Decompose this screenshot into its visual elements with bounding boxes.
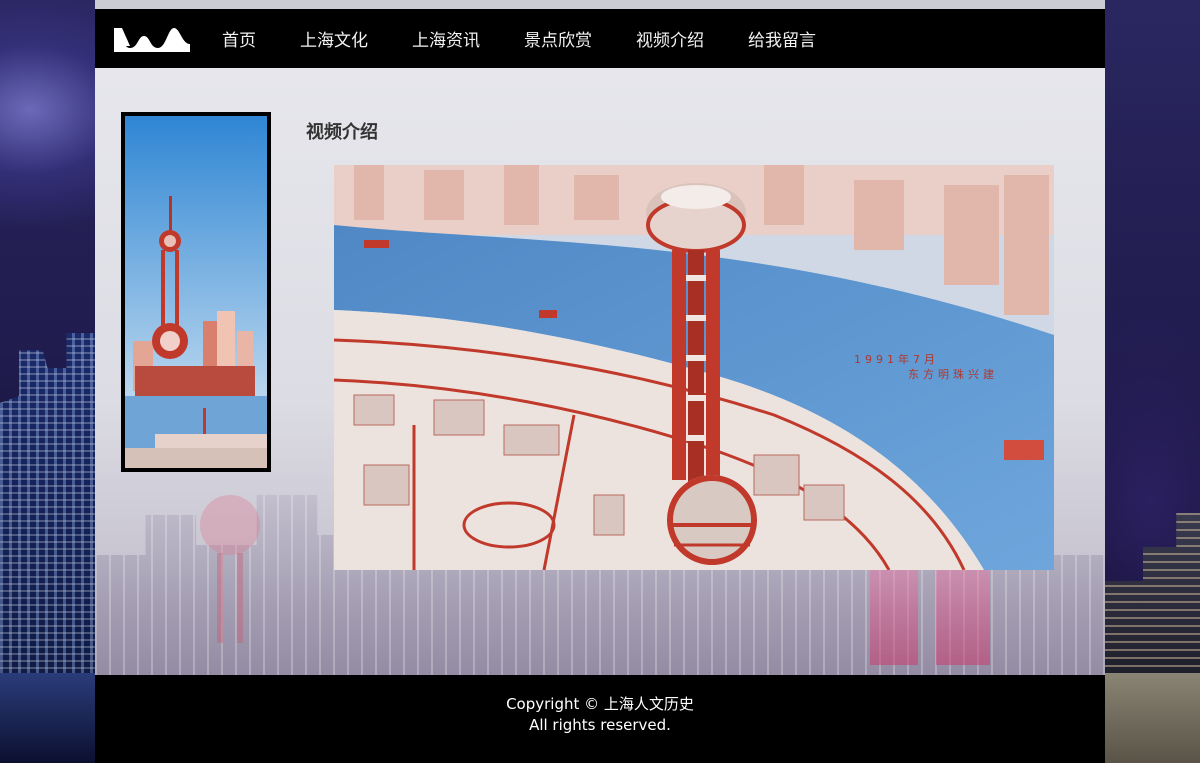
wave-logo-icon[interactable] [112,24,192,54]
background-skyscraper-left [0,333,95,683]
section-title: 视频介绍 [306,122,378,143]
content-background-tower [200,495,260,643]
page-container: 首页 上海文化 上海资讯 景点欣赏 视频介绍 给我留言 视频介绍 1991年7月… [95,0,1105,763]
top-strip [95,0,1105,9]
nav-video-intro[interactable]: 视频介绍 [636,26,704,51]
page-footer: Copyright © 上海人文历史 All rights reserved. [95,675,1105,763]
background-buildings-right [1105,513,1200,683]
nav-home[interactable]: 首页 [222,26,256,51]
nav-shanghai-news[interactable]: 上海资讯 [412,26,480,51]
video-player[interactable]: 1991年7月 东方明珠兴建 [334,165,1054,570]
background-water-left [0,673,95,763]
footer-rights: All rights reserved. [529,716,671,734]
video-caption-text: 东方明珠兴建 [908,368,998,381]
main-content: 视频介绍 1991年7月 东方明珠兴建 [95,68,1105,675]
footer-copyright: Copyright © 上海人文历史 [506,695,694,713]
nav-shanghai-culture[interactable]: 上海文化 [300,26,368,51]
video-caption-date: 1991年7月 [854,353,939,366]
nav-leave-message[interactable]: 给我留言 [748,26,816,51]
nav-scenic-spots[interactable]: 景点欣赏 [524,26,592,51]
background-water-right [1105,673,1200,763]
main-navbar: 首页 上海文化 上海资讯 景点欣赏 视频介绍 给我留言 [95,9,1105,68]
oriental-pearl-tower-image [125,116,267,468]
side-tower-image [121,112,271,472]
